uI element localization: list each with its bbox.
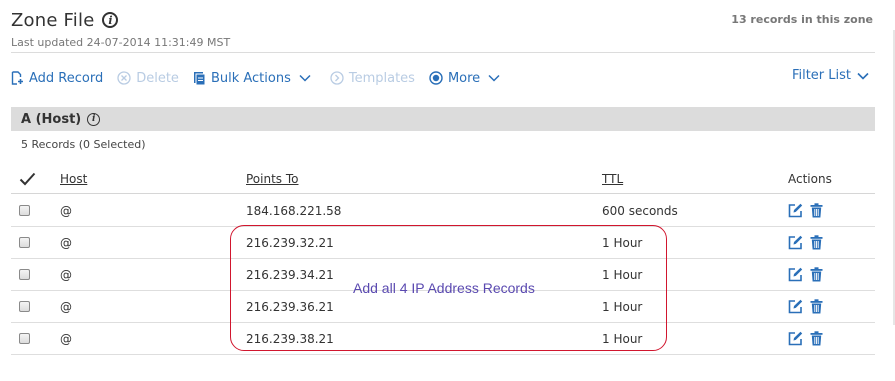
delete-label: Delete [136,70,179,86]
trash-icon[interactable] [810,235,823,250]
info-icon[interactable]: i [102,12,119,28]
row-host: @ [60,331,72,346]
chevron-down-icon [488,74,500,82]
filter-list-label: Filter List [791,68,851,83]
toolbar: Add Record Delete Bulk Actions Templates [11,68,875,88]
table-row: @ 184.168.221.58 600 seconds [11,195,875,227]
checkmark-icon [19,172,36,186]
row-host: @ [60,267,72,282]
row-host: @ [60,235,72,250]
row-host: @ [60,203,72,218]
trash-icon[interactable] [810,203,823,218]
templates-label: Templates [348,70,415,86]
row-checkbox[interactable] [19,269,30,280]
bulk-actions-label: Bulk Actions [210,70,291,86]
row-host: @ [60,299,72,314]
column-actions: Actions [788,172,832,186]
chevron-down-icon [299,74,311,82]
templates-button[interactable]: Templates [330,71,415,86]
filter-list-button[interactable]: Filter List [792,68,869,83]
header-divider [11,52,875,53]
delete-button[interactable]: Delete [117,71,179,86]
more-button[interactable]: More [429,71,505,86]
column-points-to[interactable]: Points To [246,172,299,186]
edit-icon[interactable] [788,235,803,250]
section-title: A (Host) [21,111,82,127]
row-checkbox[interactable] [19,301,30,312]
trash-icon[interactable] [810,267,823,282]
add-record-label: Add Record [29,70,104,86]
column-ttl[interactable]: TTL [602,172,623,186]
selection-count: 5 Records (0 Selected) [21,138,146,151]
column-host[interactable]: Host [60,172,87,186]
edit-icon[interactable] [788,331,803,346]
row-ttl: 600 seconds [602,203,678,218]
info-icon[interactable]: i [87,112,101,126]
row-points-to: 184.168.221.58 [246,203,342,218]
section-header: A (Host) i [11,107,875,131]
trash-icon[interactable] [810,331,823,346]
add-document-icon [11,71,23,85]
table-header: Host Points To TTL Actions [11,165,875,194]
plus-circle-icon [429,71,443,85]
add-record-button[interactable]: Add Record [11,71,103,86]
edit-icon[interactable] [788,299,803,314]
edit-icon[interactable] [788,267,803,282]
more-label: More [447,70,481,86]
row-checkbox[interactable] [19,333,30,344]
record-count: 13 records in this zone [731,13,873,26]
arrow-right-circle-icon [330,71,344,85]
last-updated: Last updated 24-07-2014 11:31:49 MST [11,36,231,49]
row-checkbox[interactable] [19,205,30,216]
row-checkbox[interactable] [19,237,30,248]
delete-circle-icon [117,71,131,85]
edit-icon[interactable] [788,203,803,218]
page-title: Zone File [11,9,95,31]
annotation-text: Add all 4 IP Address Records [353,280,535,296]
bulk-actions-button[interactable]: Bulk Actions [193,71,316,86]
chevron-down-icon [857,72,869,80]
select-all-checkmark[interactable] [19,165,36,193]
page-header: Zone File i Last updated 24-07-2014 11:3… [11,7,875,52]
trash-icon[interactable] [810,299,823,314]
bulk-actions-icon [193,72,206,85]
